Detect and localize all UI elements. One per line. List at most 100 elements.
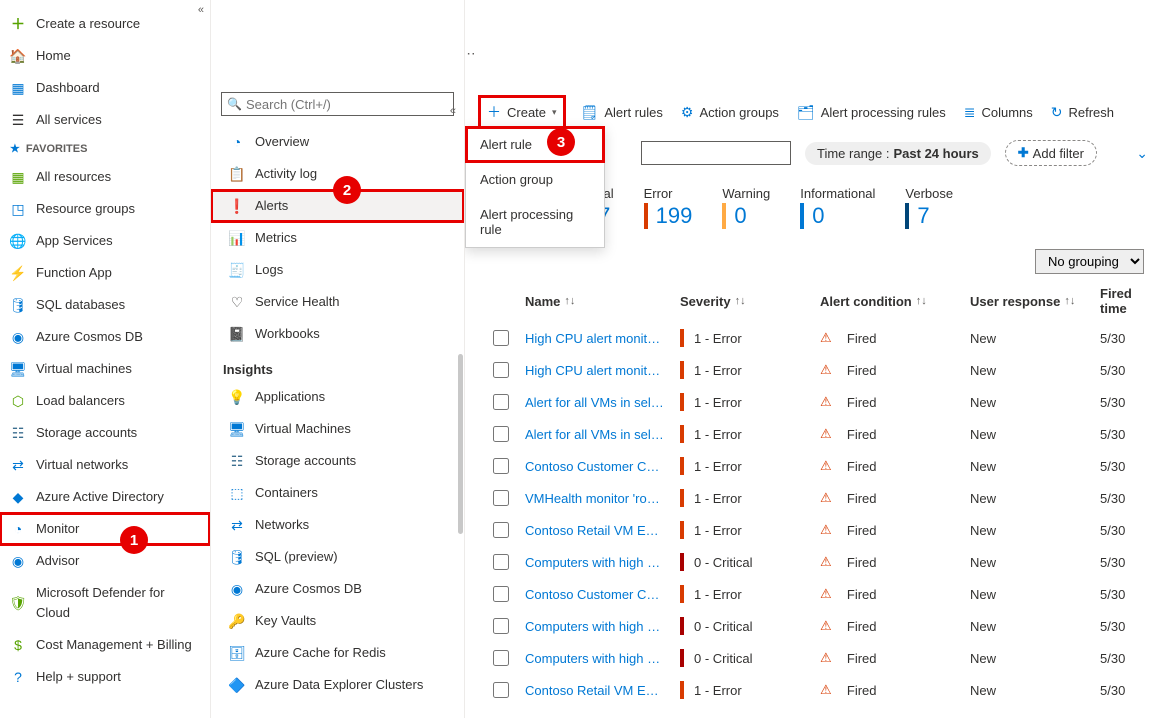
table-row[interactable]: Computers with high …0 - Critical⚠ Fired… bbox=[481, 610, 1154, 642]
dd-alert-rule[interactable]: Alert rule bbox=[466, 127, 604, 162]
create-button[interactable]: ＋ Create ▾ bbox=[481, 98, 563, 126]
th-fired[interactable]: Fired time bbox=[1094, 286, 1154, 316]
table-row[interactable]: High CPU alert monito…1 - Error⚠ FiredNe… bbox=[481, 322, 1154, 354]
menu-overview[interactable]: ◔Overview bbox=[211, 126, 464, 158]
table-row[interactable]: Contoso Retail VM Em…1 - Error⚠ FiredNew… bbox=[481, 674, 1154, 706]
row-checkbox[interactable] bbox=[493, 330, 509, 346]
time-range-pill[interactable]: Time range : Past 24 hours bbox=[805, 142, 991, 165]
nav-create-resource[interactable]: ＋ Create a resource bbox=[0, 8, 210, 40]
table-row[interactable]: Alert for all VMs in sel…1 - Error⚠ Fire… bbox=[481, 386, 1154, 418]
scrollbar-thumb[interactable] bbox=[458, 354, 463, 534]
expand-chevron-icon[interactable]: ⌄ bbox=[1136, 145, 1148, 162]
insights-vms[interactable]: 🖥Virtual Machines bbox=[211, 413, 464, 445]
alert-name-link[interactable]: Computers with high … bbox=[525, 619, 660, 634]
refresh-button[interactable]: ↻ Refresh bbox=[1051, 104, 1114, 121]
menu-workbooks[interactable]: 📓Workbooks bbox=[211, 318, 464, 350]
th-condition[interactable]: Alert condition↑↓ bbox=[814, 294, 964, 309]
row-checkbox[interactable] bbox=[493, 394, 509, 410]
alert-name-link[interactable]: High CPU alert monito… bbox=[525, 331, 665, 346]
nav-cosmos[interactable]: ◉Azure Cosmos DB bbox=[0, 321, 210, 353]
dd-apr[interactable]: Alert processing rule bbox=[466, 197, 604, 247]
th-response[interactable]: User response↑↓ bbox=[964, 294, 1094, 309]
alert-name-link[interactable]: Computers with high … bbox=[525, 651, 660, 666]
alert-name-link[interactable]: Contoso Customer Ch… bbox=[525, 459, 665, 474]
menu-metrics[interactable]: 📊Metrics bbox=[211, 222, 464, 254]
nav-app-services[interactable]: 🌐App Services bbox=[0, 225, 210, 257]
alert-name-link[interactable]: Alert for all VMs in sel… bbox=[525, 427, 664, 442]
nav-home[interactable]: 🏠 Home bbox=[0, 40, 210, 72]
row-checkbox[interactable] bbox=[493, 490, 509, 506]
dd-action-group[interactable]: Action group bbox=[466, 162, 604, 197]
alert-name-link[interactable]: Contoso Retail VM Em… bbox=[525, 523, 665, 538]
row-checkbox[interactable] bbox=[493, 522, 509, 538]
table-row[interactable]: Contoso Customer Ch…1 - Error⚠ FiredNew5… bbox=[481, 578, 1154, 610]
alert-rules-button[interactable]: 🗒 Alert rules bbox=[581, 104, 663, 121]
nav-aad[interactable]: ◆Azure Active Directory bbox=[0, 481, 210, 513]
nav-vnet[interactable]: ⇄Virtual networks bbox=[0, 449, 210, 481]
nav-advisor[interactable]: ◉Advisor bbox=[0, 545, 210, 577]
nav-dashboard[interactable]: ▦ Dashboard bbox=[0, 72, 210, 104]
row-checkbox[interactable] bbox=[493, 362, 509, 378]
apr-button[interactable]: 🗂 Alert processing rules bbox=[797, 104, 946, 121]
nav-defender[interactable]: 🛡Microsoft Defender for Cloud bbox=[0, 577, 210, 629]
table-row[interactable]: Alert for all VMs in sel…1 - Error⚠ Fire… bbox=[481, 418, 1154, 450]
add-filter-button[interactable]: ✚ Add filter bbox=[1005, 140, 1097, 166]
alert-name-link[interactable]: Contoso Retail VM Em… bbox=[525, 683, 665, 698]
row-checkbox[interactable] bbox=[493, 650, 509, 666]
insights-sql[interactable]: 🛢SQL (preview) bbox=[211, 541, 464, 573]
insights-cosmos[interactable]: ◉Azure Cosmos DB bbox=[211, 573, 464, 605]
insights-adx[interactable]: 🔷Azure Data Explorer Clusters bbox=[211, 669, 464, 701]
th-severity[interactable]: Severity↑↓ bbox=[674, 294, 814, 309]
table-row[interactable]: High CPU alert monito…1 - Error⚠ FiredNe… bbox=[481, 354, 1154, 386]
alert-name-link[interactable]: VMHealth monitor 'ro… bbox=[525, 491, 660, 506]
insights-applications[interactable]: 💡Applications bbox=[211, 381, 464, 413]
table-row[interactable]: VMHealth monitor 'ro…1 - Error⚠ FiredNew… bbox=[481, 482, 1154, 514]
nav-storage[interactable]: ☷Storage accounts bbox=[0, 417, 210, 449]
menu-logs[interactable]: 🧾Logs bbox=[211, 254, 464, 286]
insights-redis[interactable]: 🗄Azure Cache for Redis bbox=[211, 637, 464, 669]
nav-resource-groups[interactable]: ◳Resource groups bbox=[0, 193, 210, 225]
insights-networks[interactable]: ⇄Networks bbox=[211, 509, 464, 541]
nav-lb[interactable]: ⬡Load balancers bbox=[0, 385, 210, 417]
nav-monitor[interactable]: ◔Monitor bbox=[0, 513, 210, 545]
row-checkbox[interactable] bbox=[493, 426, 509, 442]
insights-keyvault[interactable]: 🔑Key Vaults bbox=[211, 605, 464, 637]
menu-service-health[interactable]: ♡Service Health bbox=[211, 286, 464, 318]
nav-all-services[interactable]: ☰ All services bbox=[0, 104, 210, 136]
stat-warning[interactable]: Warning 0 bbox=[722, 186, 770, 229]
row-checkbox[interactable] bbox=[493, 586, 509, 602]
row-checkbox[interactable] bbox=[493, 554, 509, 570]
alert-name-link[interactable]: Alert for all VMs in sel… bbox=[525, 395, 664, 410]
stat-verbose[interactable]: Verbose 7 bbox=[905, 186, 953, 229]
nav-vms[interactable]: 🖥Virtual machines bbox=[0, 353, 210, 385]
nav-help[interactable]: ?Help + support bbox=[0, 661, 210, 693]
search-input[interactable] bbox=[221, 92, 454, 116]
menu-collapse-icon[interactable]: « bbox=[450, 105, 456, 117]
table-row[interactable]: Contoso Customer Ch…1 - Error⚠ FiredNew5… bbox=[481, 450, 1154, 482]
table-row[interactable]: Computers with high …0 - Critical⚠ Fired… bbox=[481, 642, 1154, 674]
insights-containers[interactable]: ⬚Containers bbox=[211, 477, 464, 509]
nav-sql-db[interactable]: 🛢SQL databases bbox=[0, 289, 210, 321]
action-groups-button[interactable]: ⚙ Action groups bbox=[681, 104, 779, 121]
row-checkbox[interactable] bbox=[493, 458, 509, 474]
th-name[interactable]: Name↑↓ bbox=[519, 294, 674, 309]
nav-function-app[interactable]: ⚡Function App bbox=[0, 257, 210, 289]
stat-error[interactable]: Error 199 bbox=[644, 186, 693, 229]
insights-storage[interactable]: ☷Storage accounts bbox=[211, 445, 464, 477]
grouping-select[interactable]: No grouping bbox=[1035, 249, 1144, 274]
monitor-search[interactable]: 🔍 bbox=[221, 92, 454, 116]
filter-input[interactable] bbox=[641, 141, 791, 165]
nav-cost[interactable]: $Cost Management + Billing bbox=[0, 629, 210, 661]
stat-info[interactable]: Informational 0 bbox=[800, 186, 875, 229]
row-checkbox[interactable] bbox=[493, 618, 509, 634]
table-row[interactable]: Contoso Retail VM Em…1 - Error⚠ FiredNew… bbox=[481, 514, 1154, 546]
row-checkbox[interactable] bbox=[493, 682, 509, 698]
table-row[interactable]: Computers with high …0 - Critical⚠ Fired… bbox=[481, 546, 1154, 578]
alert-name-link[interactable]: Computers with high … bbox=[525, 555, 660, 570]
alert-name-link[interactable]: High CPU alert monito… bbox=[525, 363, 665, 378]
more-icon[interactable]: ⋯ bbox=[465, 45, 476, 62]
alert-name-link[interactable]: Contoso Customer Ch… bbox=[525, 587, 665, 602]
sidebar-collapse-icon[interactable]: « bbox=[198, 4, 204, 16]
columns-button[interactable]: ≣ Columns bbox=[964, 104, 1033, 121]
nav-all-resources[interactable]: ▦All resources bbox=[0, 161, 210, 193]
